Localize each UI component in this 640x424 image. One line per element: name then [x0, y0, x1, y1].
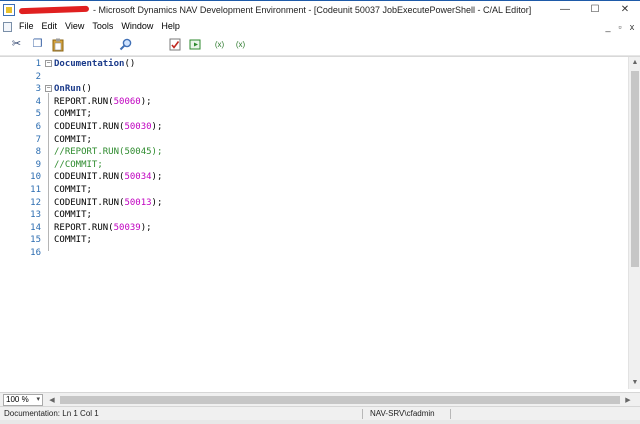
line-number: 15 [30, 235, 41, 246]
fold-guide-onrun [48, 93, 49, 251]
cursor-position: Documentation: Ln 1 Col 1 [4, 409, 99, 418]
line-number: 1 [35, 59, 41, 69]
menu-file[interactable]: File [15, 19, 38, 34]
toolbar: ✂ ❐ (x) (x) [0, 34, 640, 56]
line-number: 3 [35, 84, 41, 95]
code-line[interactable]: CODEUNIT.RUN(50013); [54, 197, 162, 210]
scroll-left-icon[interactable]: ◀ [46, 396, 58, 404]
code-line[interactable]: COMMIT; [54, 108, 92, 121]
vertical-scroll-thumb[interactable] [631, 71, 639, 267]
status-bar: Documentation: Ln 1 Col 1 NAV-SRV\cfadmi… [0, 406, 640, 420]
code-line[interactable]: Documentation() [54, 58, 135, 71]
code-line[interactable]: REPORT.RUN(50060); [54, 96, 152, 109]
fold-toggle-documentation[interactable]: − [45, 60, 52, 67]
server-user: NAV-SRV\cfadmin [370, 409, 435, 418]
close-button[interactable]: ✕ [610, 1, 640, 19]
menu-window[interactable]: Window [117, 19, 157, 34]
code-line[interactable]: COMMIT; [54, 209, 92, 222]
mdi-close-button[interactable]: x [626, 22, 638, 32]
line-number-gutter: 1 2 3 4 5 6 7 8 9 10 11 12 13 14 15 16 [0, 57, 44, 392]
scroll-down-icon[interactable]: ▼ [629, 377, 640, 389]
scroll-up-icon[interactable]: ▲ [629, 57, 640, 69]
status-divider [362, 409, 363, 419]
paste-icon[interactable] [50, 37, 65, 52]
code-line[interactable]: //REPORT.RUN(50045); [54, 146, 162, 159]
mdi-restore-button[interactable]: ▫ [614, 22, 626, 32]
scroll-right-icon[interactable]: ▶ [622, 396, 634, 404]
window-controls: — ☐ ✕ [550, 1, 640, 19]
menu-edit[interactable]: Edit [38, 19, 62, 34]
redacted-server-name [18, 5, 90, 15]
maximize-button[interactable]: ☐ [580, 1, 610, 19]
cut-icon[interactable]: ✂ [9, 37, 24, 52]
horizontal-scroll-thumb[interactable] [60, 396, 620, 404]
status-divider [450, 409, 451, 419]
compile-icon[interactable] [167, 37, 182, 52]
symbol-menu-2-icon[interactable]: (x) [233, 37, 248, 52]
menu-help[interactable]: Help [157, 19, 184, 34]
run-icon[interactable] [188, 37, 203, 52]
nav-app-icon [3, 4, 15, 16]
copy-icon[interactable]: ❐ [30, 37, 45, 52]
fold-toggle-onrun[interactable]: − [45, 85, 52, 92]
zoom-bar: 100 % ◀ ▶ [0, 392, 640, 406]
mdi-controls: _ ▫ x [602, 19, 638, 34]
line-number: 14 [30, 222, 41, 233]
code-line[interactable]: COMMIT; [54, 184, 92, 197]
horizontal-scrollbar[interactable]: ◀ ▶ [46, 394, 640, 406]
line-number: 16 [30, 248, 41, 258]
minimize-button[interactable]: — [550, 1, 580, 19]
document-icon[interactable] [3, 21, 12, 32]
line-number: 9 [35, 159, 41, 170]
line-number: 5 [35, 109, 41, 120]
symbol-menu-icon[interactable]: (x) [212, 37, 227, 52]
cal-editor[interactable]: 1 2 3 4 5 6 7 8 9 10 11 12 13 14 15 16 − − Documentatio… [0, 56, 640, 392]
window-title: - Microsoft Dynamics NAV Development Env… [93, 5, 532, 15]
menu-tools[interactable]: Tools [88, 19, 117, 34]
code-line[interactable]: CODEUNIT.RUN(50030); [54, 121, 162, 134]
find-icon[interactable] [118, 37, 133, 52]
code-line[interactable]: CODEUNIT.RUN(50034); [54, 171, 162, 184]
mdi-minimize-button[interactable]: _ [602, 22, 614, 32]
code-line[interactable]: OnRun() [54, 83, 92, 96]
line-number: 2 [35, 71, 41, 82]
code-line[interactable]: //COMMIT; [54, 159, 103, 172]
line-number: 10 [30, 172, 41, 183]
background-window-strip [0, 420, 640, 424]
code-line[interactable]: COMMIT; [54, 134, 92, 147]
line-number: 12 [30, 197, 41, 208]
menu-bar: File Edit View Tools Window Help _ ▫ x [0, 19, 640, 34]
menu-view[interactable]: View [61, 19, 88, 34]
title-bar: - Microsoft Dynamics NAV Development Env… [0, 0, 640, 19]
line-number: 7 [35, 134, 41, 145]
zoom-select[interactable]: 100 % [3, 393, 43, 406]
fold-margin: − − [45, 57, 53, 392]
line-number: 13 [30, 210, 41, 221]
line-number: 6 [35, 122, 41, 132]
line-number: 4 [35, 96, 41, 107]
vertical-scrollbar[interactable]: ▲ ▼ [628, 57, 640, 389]
line-number: 8 [35, 147, 41, 158]
code-line[interactable]: REPORT.RUN(50039); [54, 222, 152, 235]
line-number: 11 [30, 185, 41, 195]
code-line[interactable]: COMMIT; [54, 234, 92, 247]
